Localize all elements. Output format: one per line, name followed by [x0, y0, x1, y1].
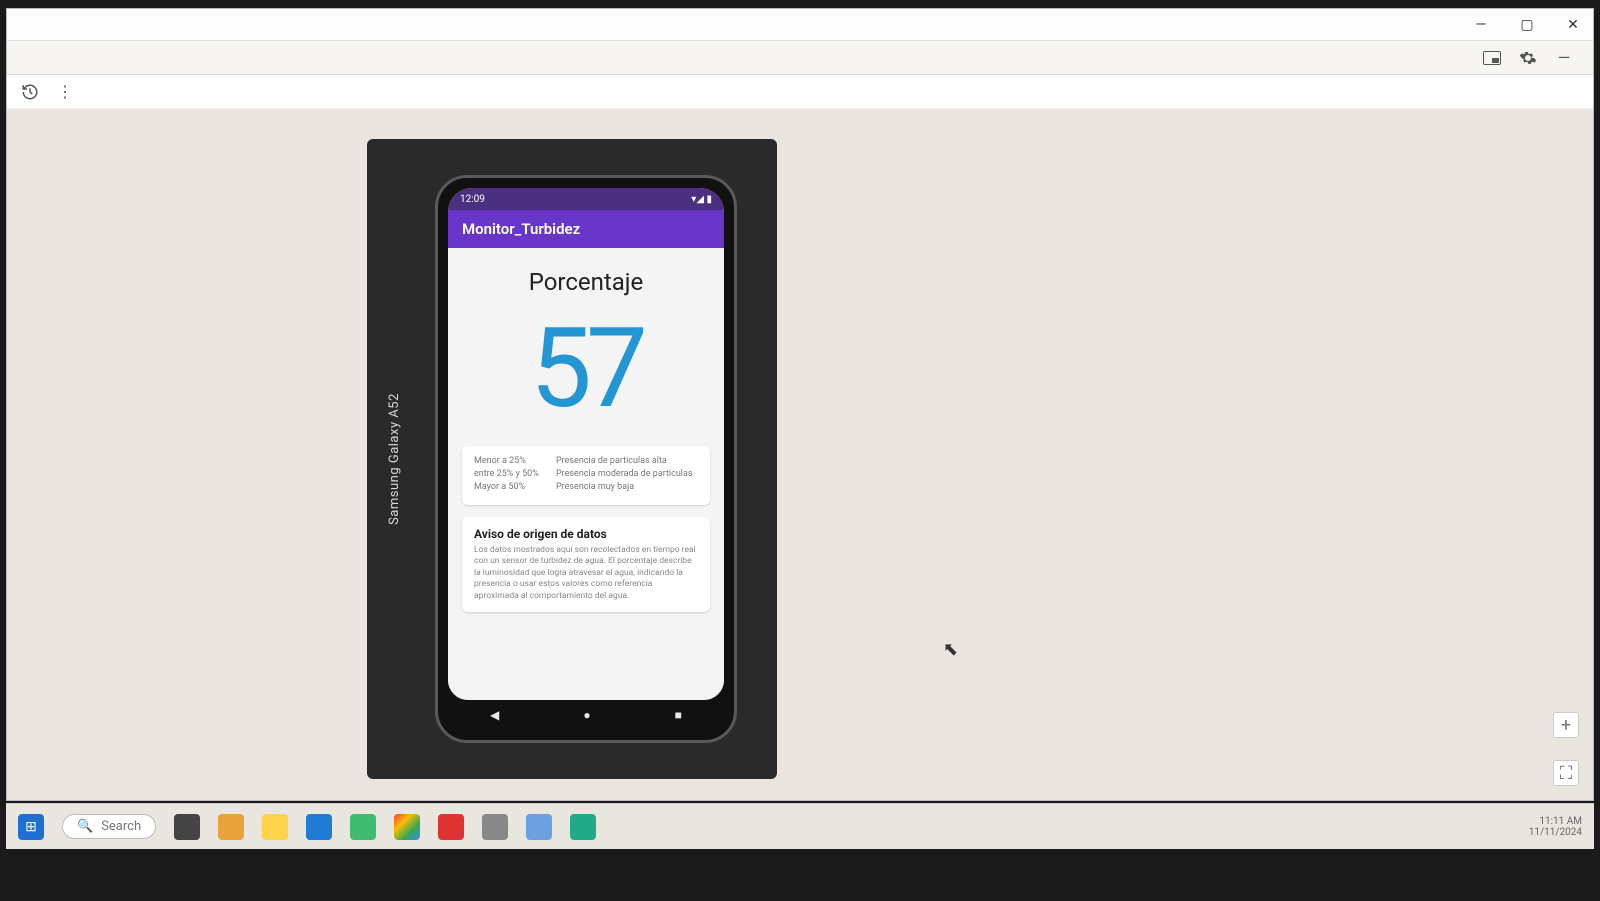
taskbar-search[interactable]: 🔍 Search — [62, 814, 156, 839]
history-icon[interactable] — [21, 83, 39, 101]
window-titlebar: — ▢ ✕ — [7, 9, 1593, 41]
legend-threshold: Menor a 25% — [474, 456, 546, 466]
emulator-canvas[interactable]: Samsung Galaxy A52 12:09 ▾◢ ▮ Monitor_Tu… — [7, 109, 1593, 800]
zoom-fit-button[interactable]: ⛶ — [1553, 760, 1579, 786]
legend-row: Menor a 25% Presencia de particulas alta — [474, 456, 698, 466]
taskbar-app-icon[interactable] — [526, 814, 552, 840]
app-title: Monitor_Turbidez — [462, 220, 580, 238]
settings-gear-icon[interactable] — [1517, 47, 1539, 69]
zoom-controls: + ⛶ — [1553, 712, 1579, 786]
device-frame: Samsung Galaxy A52 12:09 ▾◢ ▮ Monitor_Tu… — [367, 139, 777, 779]
more-vertical-icon[interactable]: ⋮ — [57, 82, 73, 101]
legend-row: Mayor a 50% Presencia muy baja — [474, 482, 698, 492]
start-button[interactable]: ⊞ — [18, 814, 44, 840]
taskbar-app-icon[interactable] — [218, 814, 244, 840]
phone-screen[interactable]: 12:09 ▾◢ ▮ Monitor_Turbidez Porcentaje — [448, 188, 724, 700]
info-card: Aviso de origen de datos Los datos mostr… — [462, 517, 710, 612]
signal-battery-icons: ▾◢ ▮ — [691, 194, 712, 205]
chrome-icon[interactable] — [394, 814, 420, 840]
subbar-more-icon[interactable]: — — [1553, 47, 1575, 69]
taskbar-app-icon[interactable] — [306, 814, 332, 840]
legend-threshold: entre 25% y 50% — [474, 469, 546, 479]
legend-card: Menor a 25% Presencia de particulas alta… — [462, 446, 710, 505]
taskbar-time: 11:11 AM — [1539, 816, 1582, 827]
status-time: 12:09 — [460, 194, 485, 205]
legend-description: Presencia muy baja — [556, 482, 698, 492]
percentage-label: Porcentaje — [462, 268, 710, 296]
legend-description: Presencia moderada de particulas — [556, 469, 698, 479]
window-maximize-button[interactable]: ▢ — [1513, 11, 1541, 39]
taskbar-clock[interactable]: 11:11 AM 11/11/2024 — [1529, 816, 1582, 838]
mouse-cursor-icon: ⬉ — [943, 639, 958, 660]
info-body: Los datos mostrados aqui son recolectado… — [474, 545, 698, 602]
legend-row: entre 25% y 50% Presencia moderada de pa… — [474, 469, 698, 479]
taskbar-app-icon[interactable] — [438, 814, 464, 840]
nav-recent-button[interactable]: ■ — [675, 708, 682, 722]
legend-description: Presencia de particulas alta — [556, 456, 698, 466]
taskbar-app-icon[interactable] — [350, 814, 376, 840]
app-body: Porcentaje 57 Menor a 25% Presencia de p… — [448, 248, 724, 700]
nav-home-button[interactable]: ● — [583, 708, 590, 722]
pip-icon[interactable] — [1481, 47, 1503, 69]
window-close-button[interactable]: ✕ — [1559, 11, 1587, 39]
android-status-bar: 12:09 ▾◢ ▮ — [448, 188, 724, 210]
device-model-label: Samsung Galaxy A52 — [387, 393, 402, 525]
zoom-in-button[interactable]: + — [1553, 712, 1579, 738]
app-title-bar: Monitor_Turbidez — [448, 210, 724, 248]
percentage-section: Porcentaje 57 — [462, 264, 710, 434]
taskbar-app-icon[interactable] — [262, 814, 288, 840]
search-icon: 🔍 — [77, 819, 93, 834]
info-title: Aviso de origen de datos — [474, 527, 698, 541]
android-nav-bar: ◀ ● ■ — [448, 700, 724, 730]
phone-body: 12:09 ▾◢ ▮ Monitor_Turbidez Porcentaje — [435, 175, 737, 743]
app-window: — ▢ ✕ — ⋮ Samsung Galaxy A52 — [6, 8, 1594, 801]
percentage-value: 57 — [462, 314, 710, 424]
legend-threshold: Mayor a 50% — [474, 482, 546, 492]
taskbar-app-icon[interactable] — [174, 814, 200, 840]
monitor-bezel: — ▢ ✕ — ⋮ Samsung Galaxy A52 — [0, 0, 1600, 901]
window-subbar: — — [7, 41, 1593, 75]
taskbar-date: 11/11/2024 — [1529, 827, 1582, 838]
window-minimize-button[interactable]: — — [1467, 11, 1495, 39]
editor-toolbar: ⋮ — [7, 75, 1593, 109]
taskbar-app-icon[interactable] — [570, 814, 596, 840]
status-icons: ▾◢ ▮ — [691, 194, 712, 205]
windows-taskbar: ⊞ 🔍 Search 11:11 AM 11/11/2024 — [6, 803, 1594, 849]
search-placeholder: Search — [101, 819, 141, 834]
nav-back-button[interactable]: ◀ — [490, 708, 499, 722]
taskbar-app-icon[interactable] — [482, 814, 508, 840]
